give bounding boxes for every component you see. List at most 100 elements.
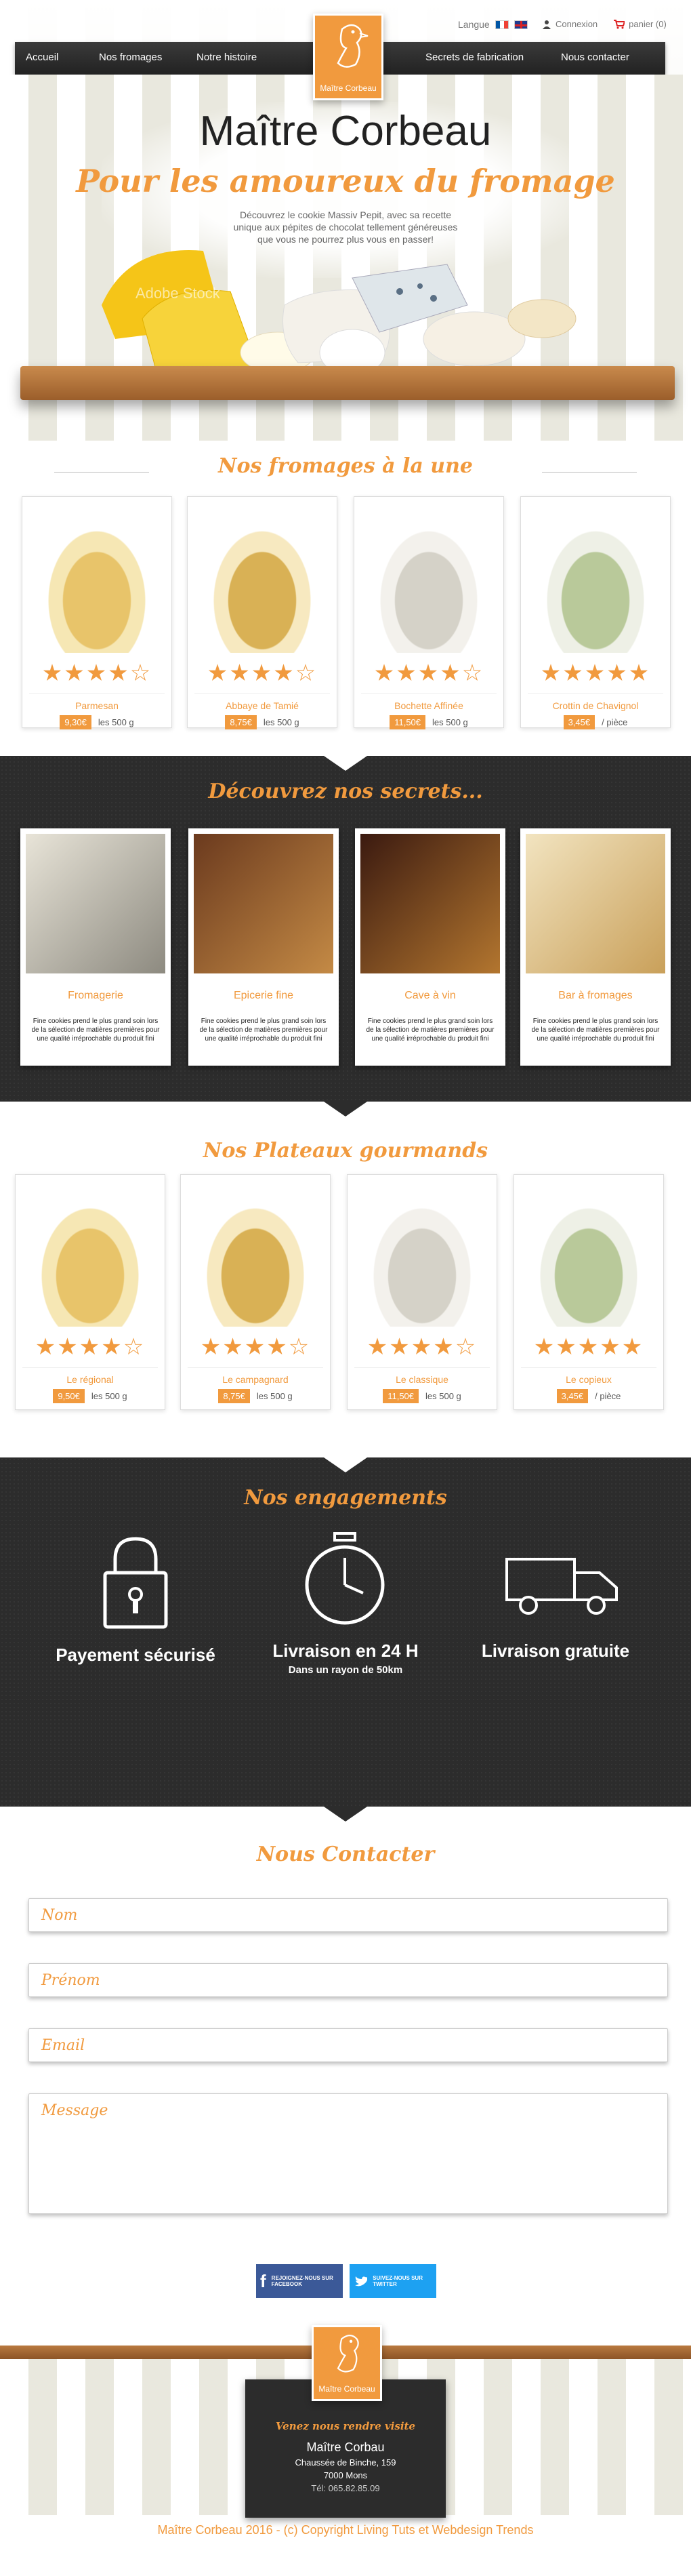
- secret-description: Fine cookies prend le plus grand soin lo…: [366, 1018, 495, 1043]
- english-flag-icon[interactable]: [514, 20, 528, 29]
- product-image[interactable]: [361, 504, 497, 653]
- secrets-title: Découvrez nos secrets...: [208, 780, 483, 803]
- commitment-title: Payement sécurisé: [56, 1645, 215, 1665]
- secret-description: Fine cookies prend le plus grand soin lo…: [31, 1018, 160, 1043]
- price-badge: 11,50€: [383, 1389, 419, 1403]
- login-label: Connexion: [556, 19, 598, 29]
- product-name[interactable]: Le copieux: [514, 1374, 663, 1385]
- product-image[interactable]: [354, 1182, 490, 1327]
- secret-title[interactable]: Bar à fromages: [522, 990, 669, 1002]
- name-field[interactable]: Nom: [28, 1898, 668, 1932]
- secret-title[interactable]: Fromagerie: [22, 990, 169, 1002]
- hero-title: Maître Corbeau: [199, 108, 492, 155]
- price-row: 3,45€ / pièce: [521, 715, 670, 729]
- message-field[interactable]: Message: [28, 2093, 668, 2214]
- commitment-title: Livraison gratuite: [481, 1641, 630, 1661]
- commitments-title: Nos engagements: [244, 1486, 447, 1510]
- logo-caption: Maître Corbeau: [320, 83, 377, 93]
- email-field[interactable]: Email: [28, 2028, 668, 2062]
- product-card[interactable]: ★★★★☆ Le régional 9,50€ les 500 g: [15, 1174, 165, 1410]
- product-name[interactable]: Abbaye de Tamié: [188, 700, 337, 711]
- rating-stars: ★★★★☆: [373, 660, 484, 686]
- price-unit: les 500 g: [98, 717, 134, 727]
- product-name[interactable]: Parmesan: [22, 700, 171, 711]
- user-icon: [543, 20, 551, 29]
- nav-cheeses[interactable]: Nos fromages: [99, 52, 162, 63]
- price-badge: 11,50€: [390, 715, 426, 729]
- section-notch: [324, 1457, 367, 1472]
- address-street: Chaussée de Binche, 159: [295, 2457, 396, 2468]
- commitment-free-delivery: Livraison gratuite: [454, 1641, 657, 1662]
- nav-history[interactable]: Notre histoire: [196, 52, 257, 63]
- secret-image[interactable]: [526, 834, 665, 973]
- price-unit: les 500 g: [263, 717, 299, 727]
- product-name[interactable]: Bochette Affinée: [354, 700, 503, 711]
- featured-title: Nos fromages à la une: [218, 454, 473, 478]
- footer-logo[interactable]: Maître Corbeau: [312, 2325, 382, 2401]
- twitter-button[interactable]: SUIVEZ-NOUS SUR TWITTER: [350, 2264, 436, 2298]
- secret-title[interactable]: Cave à vin: [356, 990, 504, 1002]
- product-card[interactable]: ★★★★☆ Abbaye de Tamié 8,75€ les 500 g: [187, 496, 337, 729]
- rating-stars: ★★★★★: [533, 1334, 644, 1360]
- section-notch: [324, 1102, 367, 1116]
- secret-image[interactable]: [360, 834, 500, 973]
- secret-card[interactable]: Epicerie fine Fine cookies prend le plus…: [188, 828, 339, 1066]
- address-phone: Tél: 065.82.85.09: [311, 2483, 380, 2493]
- product-image[interactable]: [22, 1182, 158, 1327]
- product-card[interactable]: ★★★★★ Le copieux 3,45€ / pièce: [514, 1174, 664, 1410]
- nav-secrets[interactable]: Secrets de fabrication: [425, 52, 524, 63]
- price-badge: 8,75€: [225, 715, 257, 729]
- secret-title[interactable]: Epicerie fine: [190, 990, 337, 1002]
- commitment-subtitle: Dans un rayon de 50km: [288, 1664, 403, 1676]
- price-badge: 8,75€: [218, 1389, 250, 1403]
- secret-image[interactable]: [26, 834, 165, 973]
- price-badge: 9,50€: [53, 1389, 85, 1403]
- commitment-delivery-24h: Livraison en 24 H Dans un rayon de 50km: [244, 1641, 447, 1676]
- address-name: Maître Corbau: [306, 2440, 385, 2454]
- french-flag-icon[interactable]: [495, 20, 509, 29]
- product-card[interactable]: ★★★★★ Crottin de Chavignol 3,45€ / pièce: [520, 496, 671, 729]
- product-card[interactable]: ★★★★☆ Le classique 11,50€ les 500 g: [347, 1174, 497, 1410]
- twitter-label: SUIVEZ-NOUS SUR TWITTER: [373, 2275, 423, 2287]
- login-link[interactable]: Connexion: [542, 19, 598, 29]
- platters-title: Nos Plateaux gourmands: [203, 1139, 488, 1163]
- cart-link[interactable]: panier (0): [614, 19, 667, 29]
- product-image[interactable]: [29, 504, 165, 653]
- product-card[interactable]: ★★★★☆ Parmesan 9,30€ les 500 g: [22, 496, 172, 729]
- contact-title: Nous Contacter: [256, 1843, 435, 1866]
- footer-logo-caption: Maître Corbeau: [318, 2384, 375, 2394]
- rating-stars: ★★★★☆: [367, 1334, 478, 1360]
- account-links: Connexion panier (0): [542, 19, 667, 29]
- secret-card[interactable]: Cave à vin Fine cookies prend le plus gr…: [355, 828, 505, 1066]
- email-placeholder: Email: [41, 2037, 85, 2054]
- price-unit: les 500 g: [256, 1391, 293, 1401]
- visit-title: Venez nous rendre visite: [275, 2420, 415, 2432]
- secret-card[interactable]: Fromagerie Fine cookies prend le plus gr…: [20, 828, 171, 1066]
- product-name[interactable]: Le régional: [16, 1374, 165, 1385]
- price-badge: 9,30€: [60, 715, 91, 729]
- product-card[interactable]: ★★★★☆ Bochette Affinée 11,50€ les 500 g: [354, 496, 504, 729]
- address-city: 7000 Mons: [323, 2470, 368, 2480]
- product-name[interactable]: Crottin de Chavignol: [521, 700, 670, 711]
- product-image[interactable]: [528, 504, 663, 653]
- price-row: 11,50€ les 500 g: [354, 715, 503, 729]
- price-row: 9,30€ les 500 g: [22, 715, 171, 729]
- product-card[interactable]: ★★★★☆ Le campagnard 8,75€ les 500 g: [180, 1174, 331, 1410]
- nav-contact[interactable]: Nous contacter: [561, 52, 629, 63]
- padlock-icon: [103, 1537, 168, 1629]
- product-image[interactable]: [521, 1182, 656, 1327]
- firstname-field[interactable]: Prénom: [28, 1963, 668, 1997]
- secret-image[interactable]: [194, 834, 333, 973]
- rating-stars: ★★★★★: [540, 660, 651, 686]
- copyright: Maître Corbeau 2016 - (c) Copyright Livi…: [157, 2523, 534, 2537]
- secret-card[interactable]: Bar à fromages Fine cookies prend le plu…: [520, 828, 671, 1066]
- product-name[interactable]: Le classique: [348, 1374, 497, 1385]
- product-image[interactable]: [188, 1182, 323, 1327]
- logo[interactable]: Maître Corbeau: [313, 14, 383, 100]
- facebook-button[interactable]: f REJOIGNEZ-NOUS SUR FACEBOOK: [256, 2264, 343, 2298]
- nav-home[interactable]: Accueil: [26, 52, 58, 63]
- product-name[interactable]: Le campagnard: [181, 1374, 330, 1385]
- product-image[interactable]: [194, 504, 330, 653]
- crow-logo-icon: [337, 2335, 359, 2373]
- commitment-title: Livraison en 24 H: [272, 1641, 419, 1661]
